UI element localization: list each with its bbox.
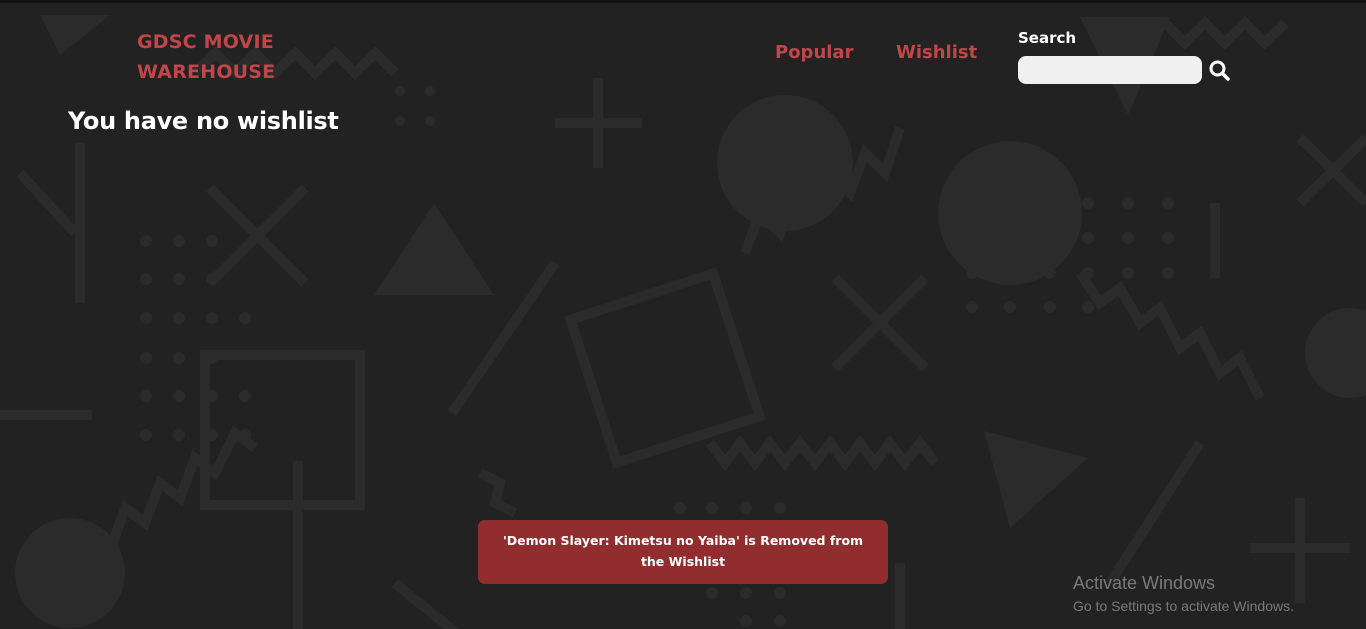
activate-windows-watermark: Activate Windows Go to Settings to activ…: [1073, 571, 1294, 617]
search-button[interactable]: [1208, 59, 1232, 83]
nav-popular-link[interactable]: Popular: [775, 42, 853, 63]
toast-notification: 'Demon Slayer: Kimetsu no Yaiba' is Remo…: [478, 520, 888, 584]
brand-line-2: WAREHOUSE: [137, 61, 276, 83]
page: GDSC MOVIE WAREHOUSE Popular Wishlist Se…: [0, 0, 1366, 629]
search-label: Search: [1018, 29, 1077, 47]
empty-wishlist-heading: You have no wishlist: [68, 107, 339, 135]
activate-windows-title: Activate Windows: [1073, 573, 1216, 593]
toast-message: 'Demon Slayer: Kimetsu no Yaiba' is Remo…: [502, 533, 864, 569]
nav-wishlist-link[interactable]: Wishlist: [896, 42, 977, 63]
magnifier-icon: [1209, 60, 1230, 81]
activate-windows-subtitle: Go to Settings to activate Windows.: [1073, 598, 1294, 614]
search-input[interactable]: [1018, 56, 1202, 84]
brand-logo[interactable]: GDSC MOVIE WAREHOUSE: [137, 27, 337, 87]
brand-line-1: GDSC MOVIE: [137, 31, 274, 53]
